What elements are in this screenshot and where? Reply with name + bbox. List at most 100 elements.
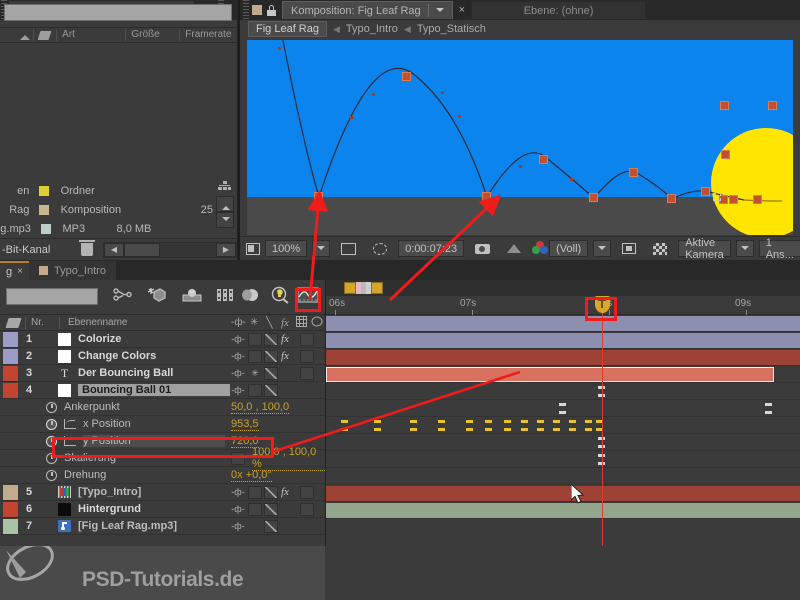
lock-switch[interactable] [264, 486, 278, 499]
scroll-track[interactable] [160, 243, 216, 257]
horizontal-scrollbar-thumb[interactable] [124, 243, 160, 257]
show-channel-icon[interactable] [532, 241, 544, 256]
close-icon[interactable]: × [17, 266, 23, 277]
table-row[interactable]: 2 Change Colors -ф- fx [0, 348, 325, 365]
chevron-down-icon[interactable] [436, 8, 444, 16]
motion-keyframe[interactable] [721, 150, 730, 159]
switch-header-quality-icon[interactable] [311, 316, 323, 330]
transparency-grid-icon[interactable] [616, 240, 642, 257]
timeline-graph-area[interactable]: 06s 07s 08s 09s [325, 280, 800, 546]
collapse-switch[interactable] [300, 367, 314, 380]
tab-layer[interactable]: Ebene: (ohne) [471, 1, 646, 19]
graph-editor-property-icon[interactable] [64, 419, 76, 429]
track-row-y-position[interactable] [326, 417, 800, 434]
timeline-search-input[interactable] [6, 288, 98, 305]
motion-keyframe[interactable] [701, 187, 710, 196]
breadcrumb-item-typo-intro[interactable]: Typo_Intro [346, 23, 398, 35]
layer-name[interactable]: Der Bouncing Ball [78, 367, 173, 379]
stopwatch-icon[interactable] [46, 402, 57, 413]
composition-mini-flowchart-icon[interactable] [112, 286, 134, 306]
solo-switch[interactable] [248, 384, 262, 397]
hide-shy-layers-icon[interactable] [180, 286, 202, 306]
checkerboard-icon[interactable] [647, 240, 673, 257]
breadcrumb-item-fig-leaf-rag[interactable]: Fig Leaf Rag [248, 21, 327, 37]
layer-color-chip[interactable] [3, 502, 18, 517]
keyframe-marker[interactable] [466, 420, 473, 431]
audio-video-switch[interactable]: -ф- [231, 334, 245, 344]
switch-header-lock-icon[interactable]: ╲ [266, 316, 273, 329]
motion-keyframe[interactable] [402, 72, 411, 81]
column-header-number[interactable]: Nr. [31, 317, 59, 328]
lock-icon[interactable] [267, 5, 276, 16]
scroll-down-button[interactable] [216, 212, 234, 228]
zoom-dropdown[interactable] [312, 240, 330, 257]
track-row[interactable] [326, 349, 800, 366]
keyframe-marker[interactable] [765, 403, 772, 414]
track-row[interactable] [326, 485, 800, 502]
region-of-interest-icon[interactable] [246, 240, 260, 257]
table-row[interactable]: 1 Colorize -ф- fx [0, 331, 325, 348]
collapse-switch[interactable] [300, 503, 314, 516]
work-area-start-handle[interactable] [344, 282, 356, 294]
timeline-ruler[interactable]: 06s 07s 08s 09s [326, 296, 800, 315]
solo-switch[interactable] [248, 486, 262, 499]
lock-switch[interactable] [264, 503, 278, 516]
layer-name[interactable]: Hintergrund [78, 503, 141, 515]
audio-video-switch[interactable]: -ф- [231, 521, 245, 531]
mask-visibility-icon[interactable] [367, 240, 393, 257]
switch-header-solo-icon[interactable]: ✳ [250, 317, 258, 328]
switch-header-fx-icon[interactable]: fx [281, 317, 289, 329]
table-row[interactable]: 3 T Der Bouncing Ball -ф- ✳ [0, 365, 325, 382]
table-row[interactable]: 6 Hintergrund -ф- [0, 501, 325, 518]
lock-switch[interactable] [264, 350, 278, 363]
column-header-framerate[interactable]: Framerate [179, 29, 237, 41]
layer-duration-bar[interactable] [326, 486, 800, 501]
track-row[interactable] [326, 332, 800, 349]
stopwatch-icon[interactable] [46, 419, 57, 430]
motion-keyframe[interactable] [482, 192, 491, 201]
keyframe-marker[interactable] [374, 420, 381, 431]
resolution-value[interactable]: (Voll) [549, 240, 588, 257]
zoom-level-value[interactable]: 100% [265, 240, 307, 257]
tab-timeline-typo-intro[interactable]: Typo_Intro [29, 261, 116, 280]
property-value[interactable]: 953,5 [231, 418, 259, 431]
track-row-ankerpunkt[interactable] [326, 383, 800, 400]
collapse-switch[interactable] [300, 486, 314, 499]
layer-name[interactable]: Change Colors [78, 350, 156, 362]
audio-video-switch[interactable]: -ф- [231, 351, 245, 361]
fx-badge[interactable]: fx [281, 333, 289, 345]
track-row-drehung[interactable] [326, 451, 800, 468]
lock-switch[interactable] [264, 384, 278, 397]
bit-depth-label[interactable]: -Bit-Kanal [0, 244, 77, 256]
current-timecode[interactable]: 0:00:07:23 [398, 240, 464, 257]
property-value[interactable]: 50,0 , 100,0 [231, 401, 289, 414]
track-row[interactable] [326, 366, 800, 383]
lock-switch[interactable] [264, 520, 278, 533]
motion-keyframe[interactable] [629, 168, 638, 177]
scroll-left-button[interactable]: ◀ [104, 243, 124, 257]
lock-switch[interactable] [264, 333, 278, 346]
brainstorm-icon[interactable] [268, 286, 290, 306]
sort-ascending-icon[interactable] [20, 30, 30, 40]
playhead-line[interactable] [602, 296, 603, 546]
layer-duration-bar[interactable] [326, 503, 800, 518]
breadcrumb-item-typo-statisch[interactable]: Typo_Statisch [417, 23, 486, 35]
motion-keyframe[interactable] [768, 101, 777, 110]
fx-badge[interactable]: fx [281, 486, 289, 498]
composition-canvas[interactable] [247, 40, 793, 235]
layer-color-chip[interactable] [3, 519, 18, 534]
motion-keyframe[interactable] [667, 194, 676, 203]
track-row[interactable] [326, 468, 800, 485]
layer-color-chip[interactable] [3, 485, 18, 500]
table-row[interactable]: 7 [Fig Leaf Rag.mp3] -ф- [0, 518, 325, 535]
solo-switch[interactable]: ✳ [248, 368, 262, 379]
layer-color-chip[interactable] [3, 383, 18, 398]
tab-composition[interactable]: Komposition: Fig Leaf Rag [282, 1, 453, 19]
motion-keyframe[interactable] [589, 193, 598, 202]
table-row[interactable]: 4 Bouncing Ball 01 -ф- [0, 382, 325, 399]
close-icon[interactable]: × [459, 4, 465, 16]
camera-view-value[interactable]: Aktive Kamera [678, 240, 731, 257]
layer-duration-bar[interactable] [326, 316, 800, 331]
motion-keyframe[interactable] [753, 195, 762, 204]
audio-video-switch[interactable]: -ф- [231, 385, 245, 395]
